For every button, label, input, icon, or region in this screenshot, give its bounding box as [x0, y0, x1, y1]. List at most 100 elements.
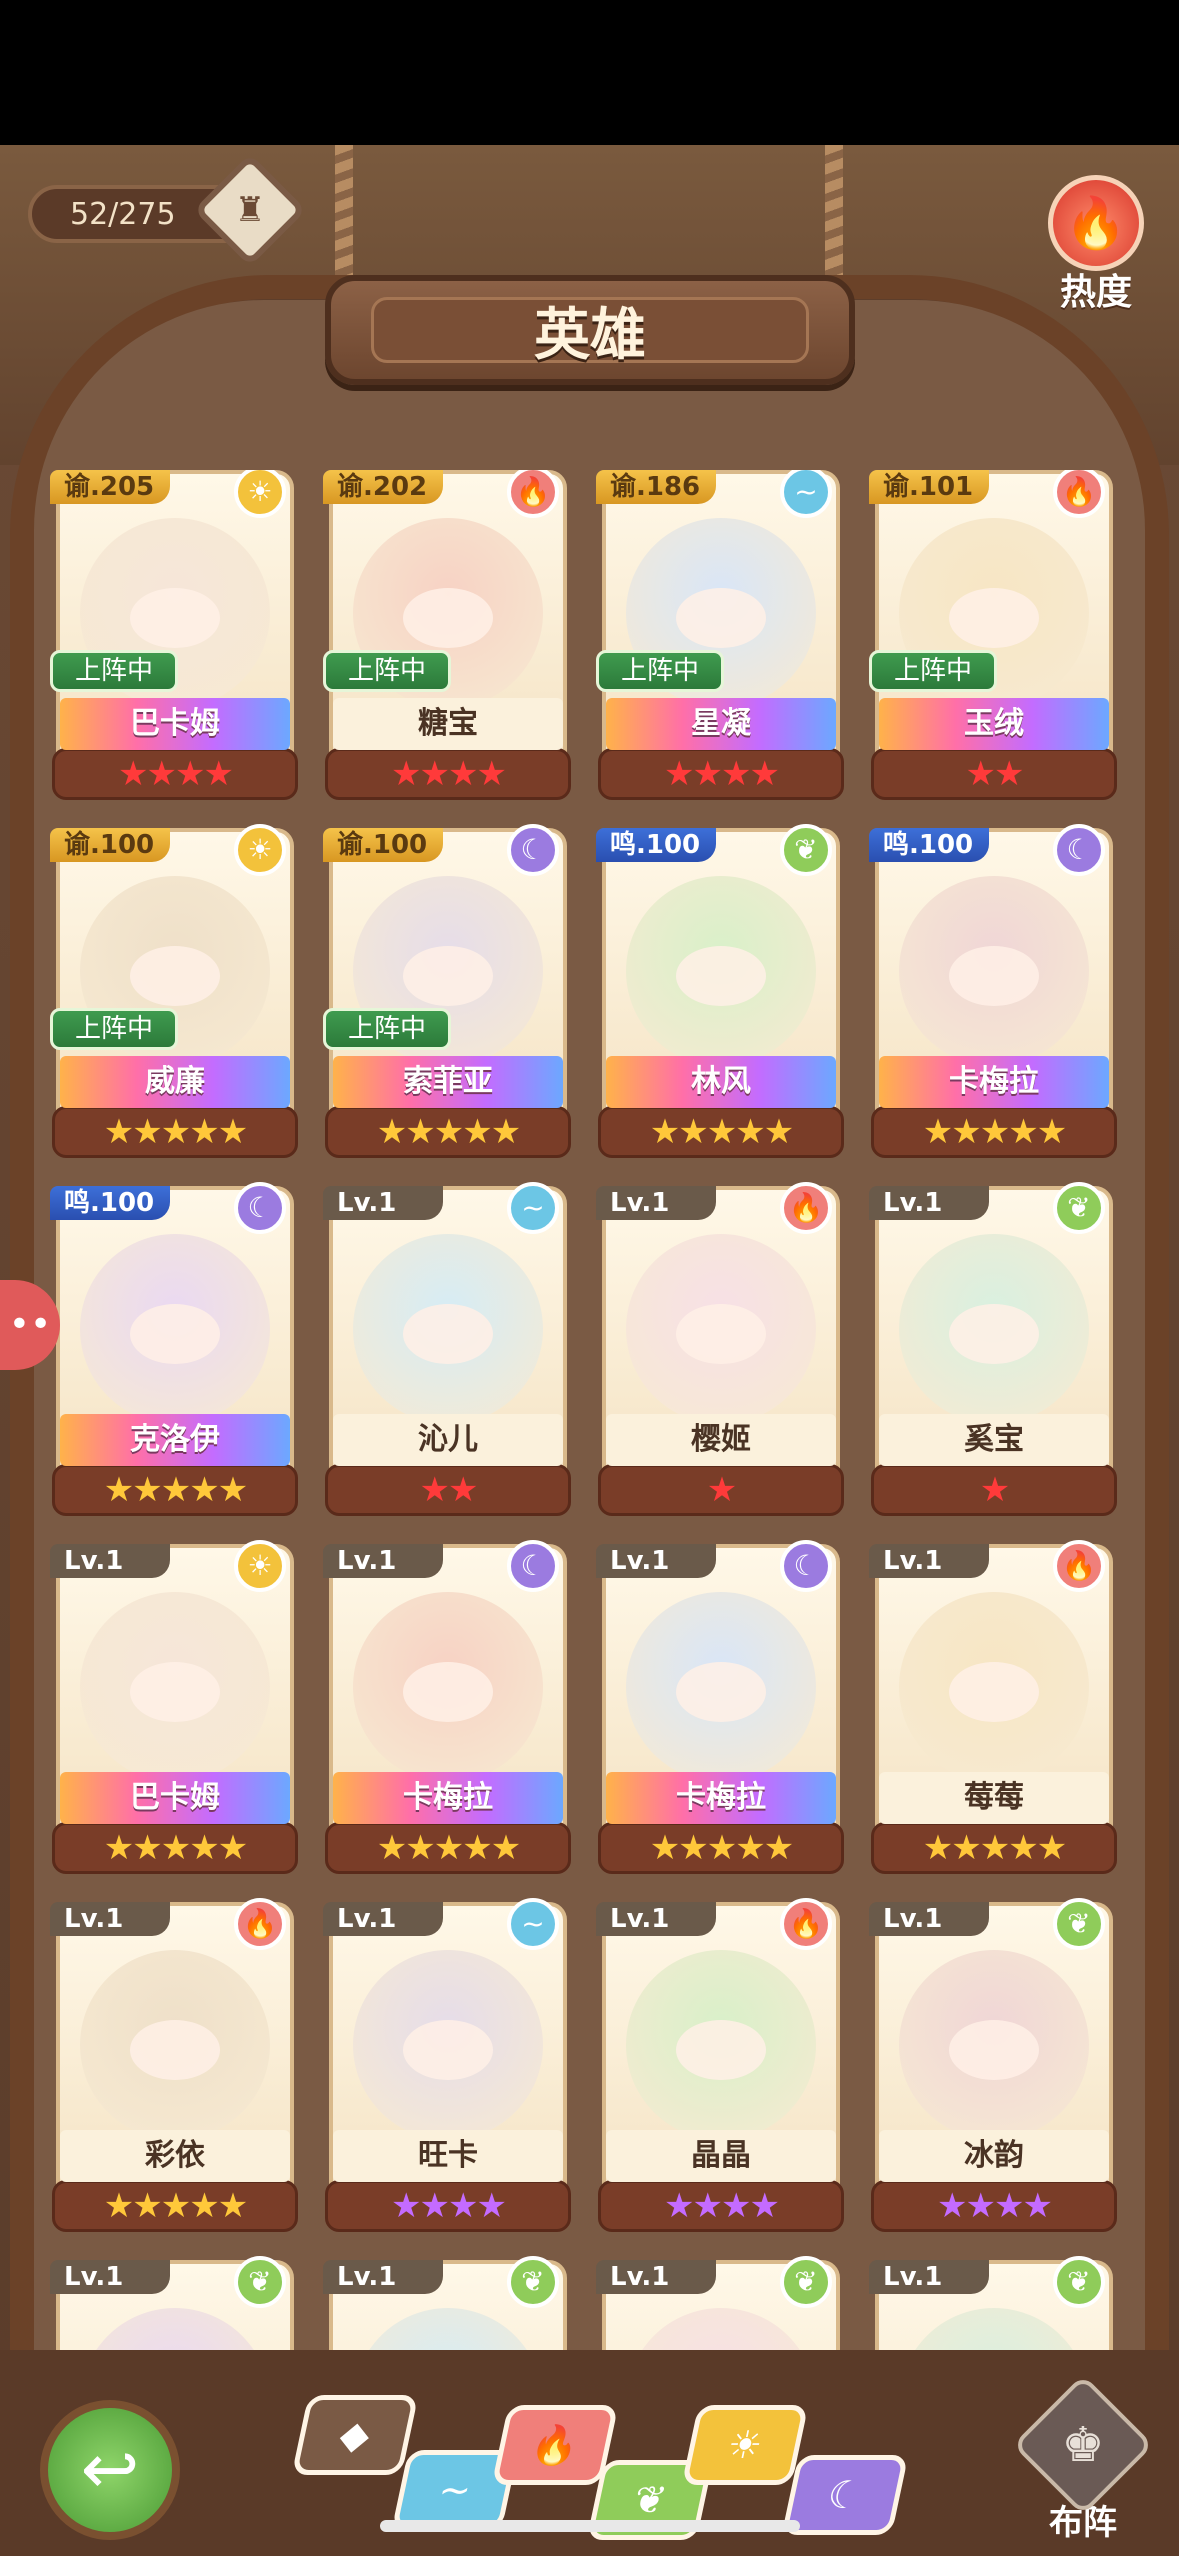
star-rating: ★★★★★	[922, 1112, 1067, 1152]
filter-dark-icon[interactable]: ☾	[781, 2455, 909, 2535]
page-title: 英雄	[371, 297, 809, 368]
back-arrow-icon: ↩	[80, 2428, 140, 2510]
hero-name: 旺卡	[333, 2130, 563, 2182]
hero-portrait	[626, 876, 816, 1066]
filter-fire-icon[interactable]: 🔥	[491, 2405, 619, 2485]
star-rating: ★★★★★	[649, 1112, 794, 1152]
heat-button[interactable]: 🔥 热度	[1041, 175, 1151, 313]
star-rating: ★★★★★	[103, 1828, 248, 1868]
hero-name: 克洛伊	[60, 1414, 290, 1466]
hero-card[interactable]: 鸣.100 ❦ 林风 ★★★★★	[596, 824, 846, 1173]
hero-portrait	[353, 1950, 543, 2140]
hero-level: Lv.1	[323, 1186, 443, 1220]
leaf-icon: ❦	[1053, 1182, 1105, 1234]
hero-card[interactable]: Lv.1 ☀ 巴卡姆 ★★★★★	[50, 1540, 300, 1889]
hero-card[interactable]: Lv.1 🔥 莓莓 ★★★★★	[869, 1540, 1119, 1889]
hero-card[interactable]: Lv.1 ❦ 奚宝 ★	[869, 1182, 1119, 1531]
hero-level: Lv.1	[596, 1902, 716, 1936]
lineup-button[interactable]: ♚ 布阵	[1012, 2374, 1154, 2544]
water-drop-icon: ~	[507, 1182, 559, 1234]
hero-portrait	[899, 1234, 1089, 1424]
flame-icon: 🔥	[780, 1182, 832, 1234]
hero-grid: 谕.205 ☀ 上阵中 巴卡姆 ★★★★ 谕.202 🔥 上阵中 糖宝 ★★★★ 谕.186 ~ 上阵中…	[50, 470, 1130, 2350]
hero-card[interactable]: 谕.100 ☀ 上阵中 威廉 ★★★★★	[50, 824, 300, 1173]
back-button[interactable]: ↩	[40, 2400, 180, 2540]
hero-card[interactable]: Lv.1 ~ 沁儿 ★★	[323, 1182, 573, 1531]
star-rating: ★★	[965, 754, 1025, 794]
hero-card[interactable]: Lv.1 🔥 彩依 ★★★★★	[50, 1898, 300, 2247]
hero-card[interactable]: 谕.205 ☀ 上阵中 巴卡姆 ★★★★	[50, 470, 300, 815]
hero-name: 索菲亚	[333, 1056, 563, 1108]
flame-icon: 🔥	[234, 1898, 286, 1950]
hero-portrait	[80, 1592, 270, 1782]
hero-level: Lv.1	[323, 1544, 443, 1578]
hero-card[interactable]: Lv.1 ❦	[869, 2256, 1119, 2350]
leaf-icon: ❦	[234, 2256, 286, 2308]
hero-level: 鸣.100	[869, 828, 989, 862]
deployed-badge: 上阵中	[596, 650, 724, 692]
hero-card[interactable]: 谕.202 🔥 上阵中 糖宝 ★★★★	[323, 470, 573, 815]
hero-portrait	[899, 1592, 1089, 1782]
hero-card[interactable]: 谕.101 🔥 上阵中 玉绒 ★★	[869, 470, 1119, 815]
leaf-icon: ❦	[780, 824, 832, 876]
hero-card[interactable]: Lv.1 ❦	[50, 2256, 300, 2350]
hero-level: 谕.186	[596, 470, 716, 504]
deployed-badge: 上阵中	[50, 650, 178, 692]
hero-card[interactable]: 鸣.100 ☾ 克洛伊 ★★★★★	[50, 1182, 300, 1531]
flame-icon: 🔥	[1048, 175, 1144, 271]
hero-name: 莓莓	[879, 1772, 1109, 1824]
star-rating: ★★★★★	[103, 2186, 248, 2226]
star-rating: ★★★★	[391, 754, 507, 794]
star-rating: ★★★★★	[649, 1828, 794, 1868]
hero-card[interactable]: Lv.1 ❦ 冰韵 ★★★★	[869, 1898, 1119, 2247]
hero-name: 巴卡姆	[60, 698, 290, 750]
hero-level: Lv.1	[50, 1902, 170, 1936]
hero-portrait	[353, 1234, 543, 1424]
star-rating: ★★	[419, 1470, 479, 1510]
hero-card[interactable]: 谕.100 ☾ 上阵中 索菲亚 ★★★★★	[323, 824, 573, 1173]
leaf-icon: ❦	[1053, 1898, 1105, 1950]
hero-card[interactable]: 谕.186 ~ 上阵中 星凝 ★★★★	[596, 470, 846, 815]
leaf-icon: ❦	[780, 2256, 832, 2308]
hero-level: 谕.100	[323, 828, 443, 862]
hero-level: Lv.1	[50, 1544, 170, 1578]
deployed-badge: 上阵中	[50, 1008, 178, 1050]
hero-level: 谕.202	[323, 470, 443, 504]
hero-card[interactable]: Lv.1 ❦	[596, 2256, 846, 2350]
leaf-icon: ❦	[507, 2256, 559, 2308]
hero-portrait	[353, 1592, 543, 1782]
hero-card[interactable]: Lv.1 ☾ 卡梅拉 ★★★★★	[323, 1540, 573, 1889]
hero-level: Lv.1	[323, 1902, 443, 1936]
star-rating: ★★★★	[937, 2186, 1053, 2226]
hero-name: 卡梅拉	[879, 1056, 1109, 1108]
hero-card[interactable]: 鸣.100 ☾ 卡梅拉 ★★★★★	[869, 824, 1119, 1173]
hero-name: 卡梅拉	[606, 1772, 836, 1824]
hero-level: Lv.1	[869, 1186, 989, 1220]
hero-level: Lv.1	[596, 1186, 716, 1220]
filter-all-icon[interactable]: ◆	[291, 2395, 419, 2475]
star-rating: ★	[979, 1470, 1010, 1510]
filter-light-icon[interactable]: ☀	[681, 2405, 809, 2485]
sun-icon: ☀	[234, 824, 286, 876]
home-indicator	[380, 2520, 800, 2532]
hero-portrait	[626, 1234, 816, 1424]
deployed-badge: 上阵中	[323, 650, 451, 692]
star-rating: ★★★★	[118, 754, 234, 794]
hero-level: Lv.1	[323, 2260, 443, 2294]
hero-name: 晶晶	[606, 2130, 836, 2182]
sun-icon: ☀	[234, 1540, 286, 1592]
title-board: 英雄	[325, 275, 855, 385]
hero-name: 冰韵	[879, 2130, 1109, 2182]
hero-level: Lv.1	[869, 2260, 989, 2294]
hero-name: 卡梅拉	[333, 1772, 563, 1824]
deployed-badge: 上阵中	[869, 650, 997, 692]
hero-card[interactable]: Lv.1 ❦	[323, 2256, 573, 2350]
hero-card[interactable]: Lv.1 🔥 晶晶 ★★★★	[596, 1898, 846, 2247]
star-rating: ★★★★★	[922, 1828, 1067, 1868]
moon-icon: ☾	[1053, 824, 1105, 876]
hero-card[interactable]: Lv.1 🔥 樱姬 ★	[596, 1182, 846, 1531]
moon-icon: ☾	[780, 1540, 832, 1592]
hero-card[interactable]: Lv.1 ☾ 卡梅拉 ★★★★★	[596, 1540, 846, 1889]
moon-icon: ☾	[507, 824, 559, 876]
hero-card[interactable]: Lv.1 ~ 旺卡 ★★★★	[323, 1898, 573, 2247]
